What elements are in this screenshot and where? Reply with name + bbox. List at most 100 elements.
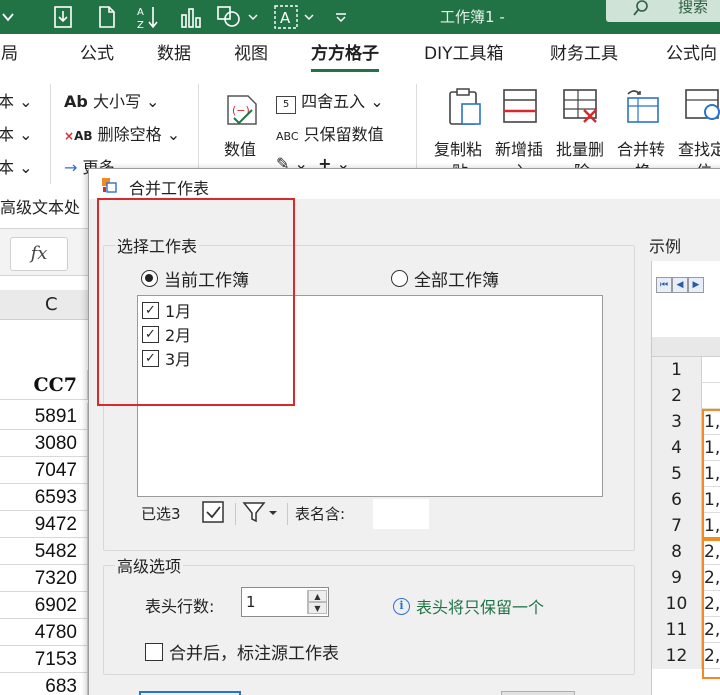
table-row[interactable]: 9472 <box>0 511 88 538</box>
workbook-name: 工作簿1 <box>440 8 495 26</box>
case-button[interactable]: Ab 大小写 ⌄ <box>64 88 159 112</box>
stepper-down-icon[interactable]: ▼ <box>308 602 327 614</box>
ok-button[interactable] <box>139 691 241 695</box>
nav-first-icon[interactable]: ⏮ <box>656 277 672 293</box>
info-hint: i 表头将只保留一个 <box>393 594 544 618</box>
new-file-icon[interactable] <box>92 0 122 34</box>
nav-prev-icon[interactable]: ◀ <box>672 277 688 293</box>
dialog-title: 合并工作表 <box>129 179 210 198</box>
svg-text:Z: Z <box>137 20 144 30</box>
table-row[interactable]: 3080 <box>0 430 88 457</box>
selected-count: 已选3 <box>141 505 181 523</box>
lookup-label[interactable]: 查找定 <box>678 136 720 160</box>
keep-value-button[interactable]: ABC 只保留数值 <box>276 121 384 145</box>
dialog-title-bar[interactable]: 合并工作表 <box>89 169 720 199</box>
advanced-options-label: 高级选项 <box>115 553 184 577</box>
advanced-text-group-label: 高级文本处 <box>0 198 81 217</box>
highlight-box <box>97 198 295 406</box>
tab-diy-toolbox[interactable]: DIY工具箱 <box>424 34 504 74</box>
svg-text:A: A <box>137 7 144 18</box>
round-button[interactable]: 5 四舍五入 ⌄ <box>276 88 384 114</box>
title-bar: AZ A 工作簿1 - 搜索 <box>0 0 720 34</box>
insert-icon <box>500 86 537 123</box>
numeric-icon: (−) <box>222 90 258 126</box>
tab-layout[interactable]: 布局 <box>0 34 18 74</box>
arrow-right-icon: → <box>64 158 78 177</box>
table-row[interactable]: 7153 <box>0 646 88 673</box>
mark-source-checkbox[interactable]: 合并后，标注源工作表 <box>145 639 339 664</box>
tab-fangfang[interactable]: 方方格子 <box>311 34 379 74</box>
ribbon-left-item-2[interactable]: 本 ⌄ <box>0 121 33 145</box>
list-footer: 已选3 表名含: <box>137 499 437 531</box>
table-row[interactable]: 7047 <box>0 457 88 484</box>
preview-column-header <box>652 337 720 357</box>
round-icon: 5 <box>276 96 296 114</box>
copy-paste-icon <box>444 86 481 125</box>
filter-icon[interactable] <box>241 499 281 529</box>
tab-formulas[interactable]: 公式 <box>80 34 114 74</box>
merge-sheets-dialog: 合并工作表 选择工作表 当前工作簿 全部工作簿 ✓ 1月 ✓ 2月 ✓ 3月 已… <box>88 168 720 695</box>
numeric-label[interactable]: 数值 <box>224 136 256 160</box>
header-cell[interactable]: CC7 <box>0 370 88 400</box>
ribbon-left-item-3[interactable]: 本 ⌄ <box>0 154 33 178</box>
shapes-dropdown-icon[interactable] <box>246 0 260 34</box>
column-header[interactable]: C <box>0 290 100 320</box>
nav-next-icon[interactable]: ▶ <box>688 277 704 293</box>
tab-formula-wizard[interactable]: 公式向 <box>666 34 717 74</box>
delete-space-icon: ×AB <box>64 129 93 143</box>
sort-az-icon[interactable]: AZ <box>132 0 162 34</box>
search-box[interactable]: 搜索 <box>606 0 720 22</box>
window-title: 工作簿1 - <box>440 0 505 34</box>
name-contains-input[interactable] <box>373 499 429 529</box>
table-row[interactable]: 4780 <box>0 619 88 646</box>
table-row[interactable]: 683 <box>0 673 88 695</box>
merge-convert-label[interactable]: 合并转 <box>617 136 665 160</box>
chart-icon[interactable] <box>176 0 206 34</box>
table-row[interactable]: 5482 <box>0 538 88 565</box>
search-label: 搜索 <box>678 0 709 16</box>
batch-delete-icon <box>560 86 597 123</box>
header-rows-label: 表头行数: <box>145 597 215 616</box>
example-preview: ⏮ ◀ ▶ 1 2 3 1, 4 1, 5 1, 6 1, 7 1, 8 2, 9 2, 10… <box>651 261 720 695</box>
name-contains-label: 表名含: <box>295 505 346 523</box>
text-box-icon[interactable]: A <box>270 0 302 34</box>
dropdown-chevron-icon[interactable] <box>0 0 16 34</box>
table-row[interactable]: 6593 <box>0 484 88 511</box>
table-row[interactable]: 6902 <box>0 592 88 619</box>
text-dropdown-icon[interactable] <box>302 0 316 34</box>
delete-space-button[interactable]: ×AB 删除空格 ⌄ <box>64 121 180 145</box>
header-rows-stepper[interactable]: 1 ▲ ▼ <box>241 587 329 617</box>
footer-divider <box>287 503 288 525</box>
tab-data[interactable]: 数据 <box>157 34 191 74</box>
batch-delete-label[interactable]: 批量删 <box>556 136 604 160</box>
table-row[interactable]: 7320 <box>0 565 88 592</box>
example-group-1-highlight <box>702 409 720 539</box>
shapes-icon[interactable] <box>214 0 244 34</box>
select-all-icon[interactable] <box>201 499 227 529</box>
footer-divider <box>235 503 236 525</box>
preview-row: 1 <box>652 357 720 383</box>
cancel-button[interactable] <box>501 691 575 695</box>
ribbon-left-item-1[interactable]: 本 ⌄ <box>0 88 33 112</box>
tab-view[interactable]: 视图 <box>234 34 268 74</box>
title-separator: - <box>499 8 505 26</box>
insert-label[interactable]: 新增插 <box>495 136 543 160</box>
checkbox-unchecked-icon <box>145 642 163 661</box>
sheet-nav: ⏮ ◀ ▶ <box>656 277 716 293</box>
info-icon: i <box>393 597 410 615</box>
stepper-up-icon[interactable]: ▲ <box>308 590 327 602</box>
fx-icon[interactable]: fx <box>10 237 68 271</box>
radio-unselected-icon <box>391 270 408 287</box>
customize-toolbar-icon[interactable] <box>332 0 350 34</box>
table-row[interactable]: 5891 <box>0 403 88 430</box>
lookup-icon <box>684 86 720 122</box>
copy-paste-label[interactable]: 复制粘 <box>434 136 482 160</box>
radio-all-workbooks[interactable]: 全部工作簿 <box>391 266 499 291</box>
save-icon[interactable] <box>48 0 78 34</box>
svg-text:A: A <box>280 9 291 27</box>
tab-finance-tools[interactable]: 财务工具 <box>550 34 618 74</box>
formula-bar: fx <box>0 228 100 276</box>
search-icon <box>632 0 650 18</box>
column-letter: C <box>45 294 58 315</box>
stepper-buttons: ▲ ▼ <box>307 590 327 614</box>
